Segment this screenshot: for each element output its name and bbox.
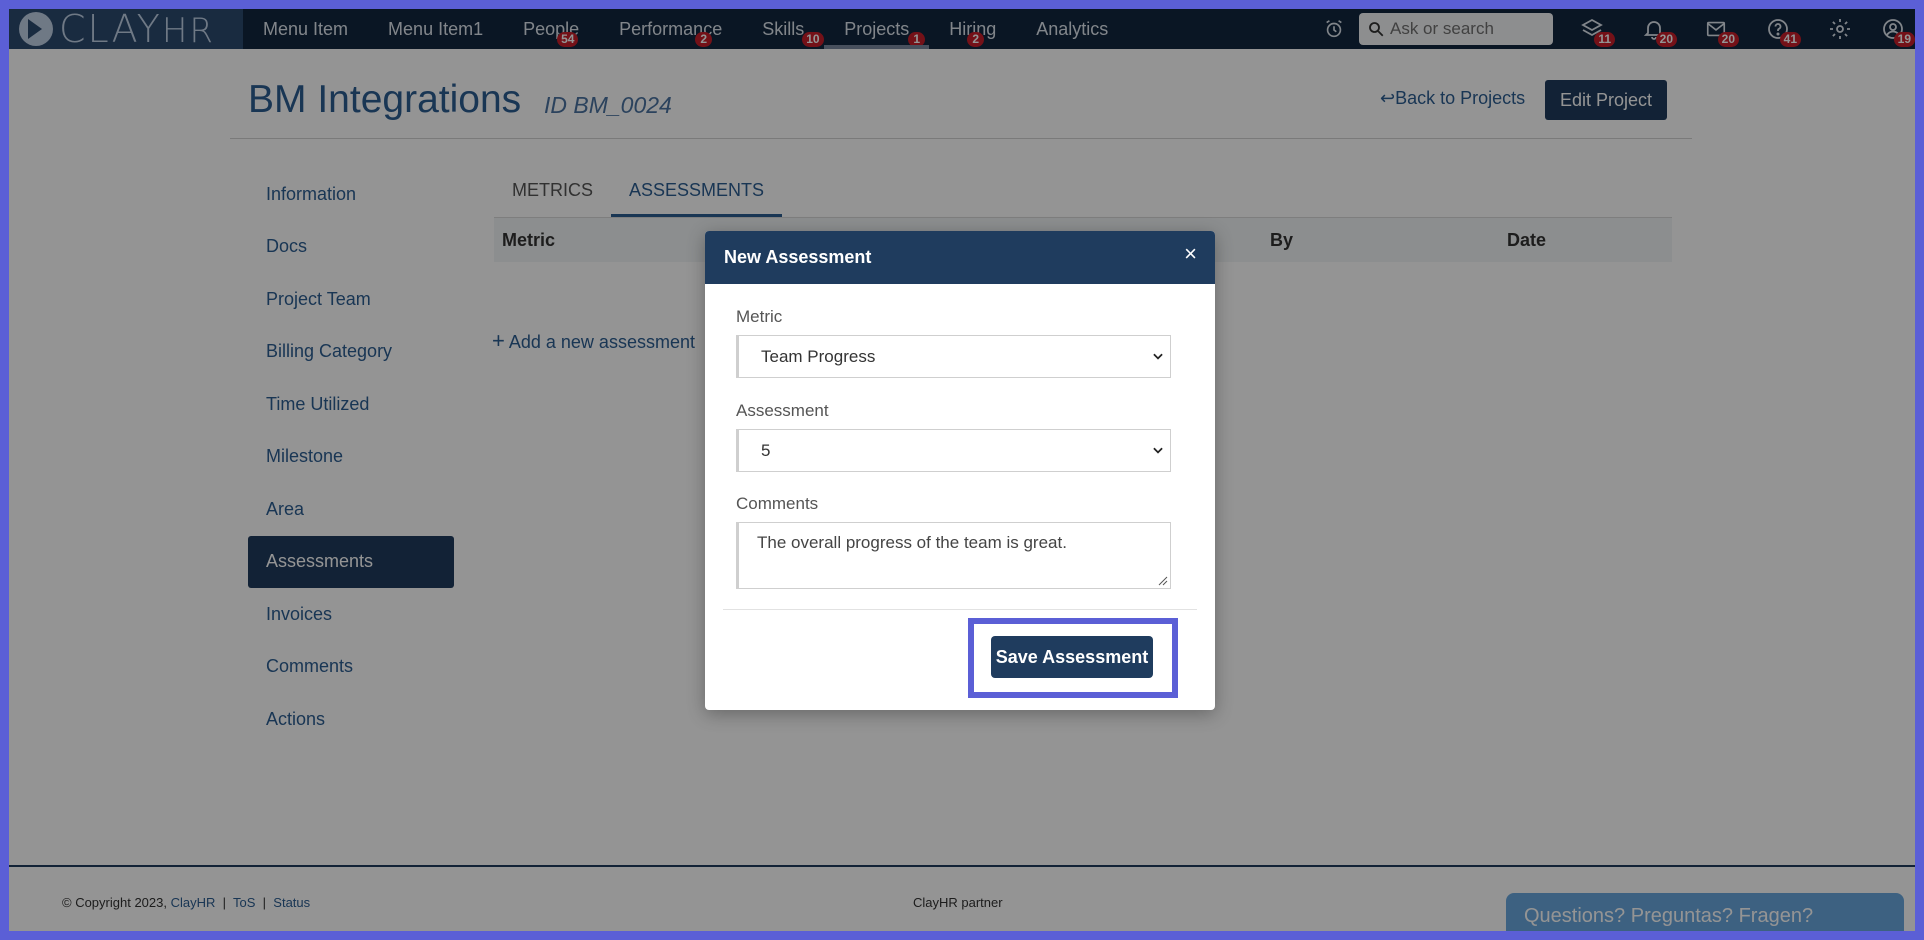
metric-select[interactable]: Team Progress <box>736 335 1171 378</box>
save-assessment-button[interactable]: Save Assessment <box>991 636 1153 678</box>
comments-label: Comments <box>736 494 819 513</box>
close-icon[interactable]: × <box>1184 241 1197 267</box>
assessment-label: Assessment <box>736 401 829 420</box>
chevron-down-icon <box>1153 353 1163 360</box>
new-assessment-modal: New Assessment × Metric Team Progress As… <box>705 231 1215 710</box>
modal-footer-divider <box>723 609 1197 610</box>
metric-label: Metric <box>736 307 783 326</box>
assessment-select[interactable]: 5 <box>736 429 1171 472</box>
resize-handle-icon[interactable] <box>1158 576 1168 586</box>
comments-textarea[interactable]: The overall progress of the team is grea… <box>736 522 1171 589</box>
modal-header: New Assessment × <box>705 231 1215 284</box>
chevron-down-icon <box>1153 447 1163 454</box>
modal-title: New Assessment <box>724 247 872 267</box>
